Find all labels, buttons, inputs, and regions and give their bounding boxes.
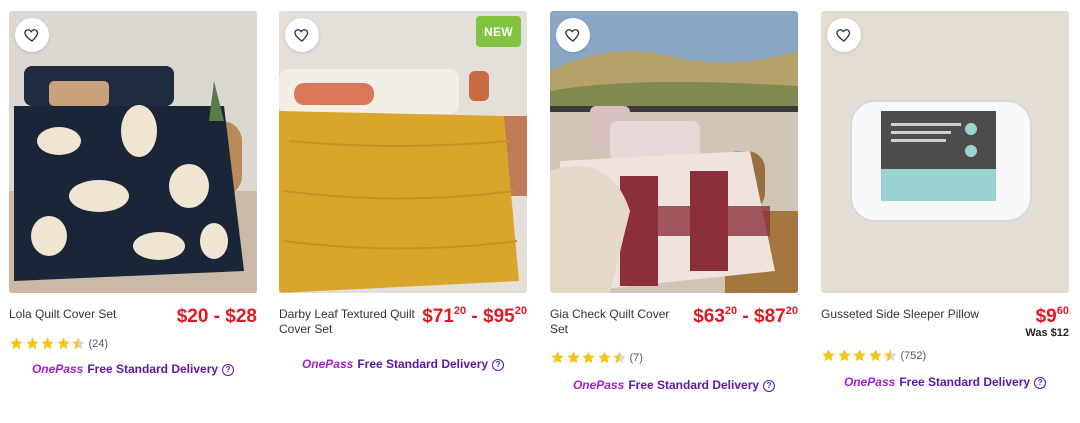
- star-icon: [41, 337, 54, 350]
- star-icon: [868, 349, 882, 362]
- product-card[interactable]: Lola Quilt Cover Set $20 - $28 (24) OneP…: [9, 11, 257, 376]
- product-rating: (752): [821, 348, 926, 363]
- star-icon: [613, 351, 626, 364]
- favourite-button[interactable]: [827, 18, 861, 52]
- heart-outline-icon: [565, 29, 580, 42]
- product-rating: (24): [9, 336, 108, 351]
- product-image[interactable]: [550, 11, 798, 293]
- heart-outline-icon: [24, 29, 39, 42]
- star-icon: [837, 349, 851, 362]
- product-price: $7120 - $9520: [422, 305, 527, 327]
- star-rating: [9, 336, 87, 351]
- onepass-logo: OnePass: [301, 357, 354, 371]
- product-image[interactable]: NEW: [279, 11, 527, 293]
- delivery-info: OnePass Free Standard Delivery?: [9, 362, 257, 376]
- favourite-button[interactable]: [556, 18, 590, 52]
- star-icon: [72, 337, 85, 350]
- product-image[interactable]: [821, 11, 1069, 293]
- delivery-text: Free Standard Delivery: [899, 375, 1031, 389]
- product-title[interactable]: Lola Quilt Cover Set: [9, 307, 149, 322]
- help-icon[interactable]: ?: [763, 379, 776, 392]
- help-icon[interactable]: ?: [1034, 376, 1047, 389]
- delivery-text: Free Standard Delivery: [357, 357, 489, 371]
- review-count: (7): [629, 351, 643, 364]
- new-badge: NEW: [476, 16, 521, 47]
- star-icon: [56, 337, 70, 350]
- star-icon: [597, 351, 611, 364]
- product-rating: (7): [550, 350, 643, 365]
- product-image[interactable]: [9, 11, 257, 293]
- star-icon: [582, 351, 595, 364]
- heart-outline-icon: [294, 29, 309, 42]
- was-price: Was $12: [1025, 327, 1069, 339]
- heart-outline-icon: [836, 29, 851, 42]
- product-price: $20 - $28: [176, 306, 257, 327]
- delivery-text: Free Standard Delivery: [628, 378, 760, 392]
- delivery-text: Free Standard Delivery: [87, 362, 219, 376]
- delivery-info: OnePass Free Standard Delivery?: [821, 375, 1069, 389]
- favourite-button[interactable]: [285, 18, 319, 52]
- favourite-button[interactable]: [15, 18, 49, 52]
- star-icon: [822, 349, 835, 362]
- star-icon: [10, 337, 23, 350]
- onepass-logo: OnePass: [843, 375, 896, 389]
- star-icon: [25, 337, 39, 350]
- product-title[interactable]: Gusseted Side Sleeper Pillow: [821, 307, 991, 322]
- delivery-info: OnePass Free Standard Delivery?: [279, 357, 527, 371]
- product-card[interactable]: Gusseted Side Sleeper Pillow $960 Was $1…: [821, 11, 1069, 389]
- star-rating: [550, 350, 628, 365]
- onepass-logo: OnePass: [31, 362, 84, 376]
- star-rating: [821, 348, 899, 363]
- star-icon: [566, 351, 580, 364]
- delivery-info: OnePass Free Standard Delivery?: [550, 378, 798, 392]
- product-price: $960: [1035, 305, 1069, 327]
- review-count: (24): [88, 337, 109, 350]
- product-card[interactable]: Gia Check Quilt Cover Set $6320 - $8720 …: [550, 11, 798, 392]
- review-count: (752): [900, 349, 927, 362]
- star-icon: [551, 351, 564, 364]
- product-card[interactable]: NEW Darby Leaf Textured Quilt Cover Set …: [279, 11, 527, 371]
- star-icon: [884, 349, 897, 362]
- product-price: $6320 - $8720: [693, 305, 798, 327]
- product-title[interactable]: Gia Check Quilt Cover Set: [550, 307, 690, 337]
- star-icon: [853, 349, 866, 362]
- help-icon[interactable]: ?: [222, 363, 235, 376]
- onepass-logo: OnePass: [572, 378, 625, 392]
- product-title[interactable]: Darby Leaf Textured Quilt Cover Set: [279, 307, 419, 337]
- help-icon[interactable]: ?: [492, 358, 505, 371]
